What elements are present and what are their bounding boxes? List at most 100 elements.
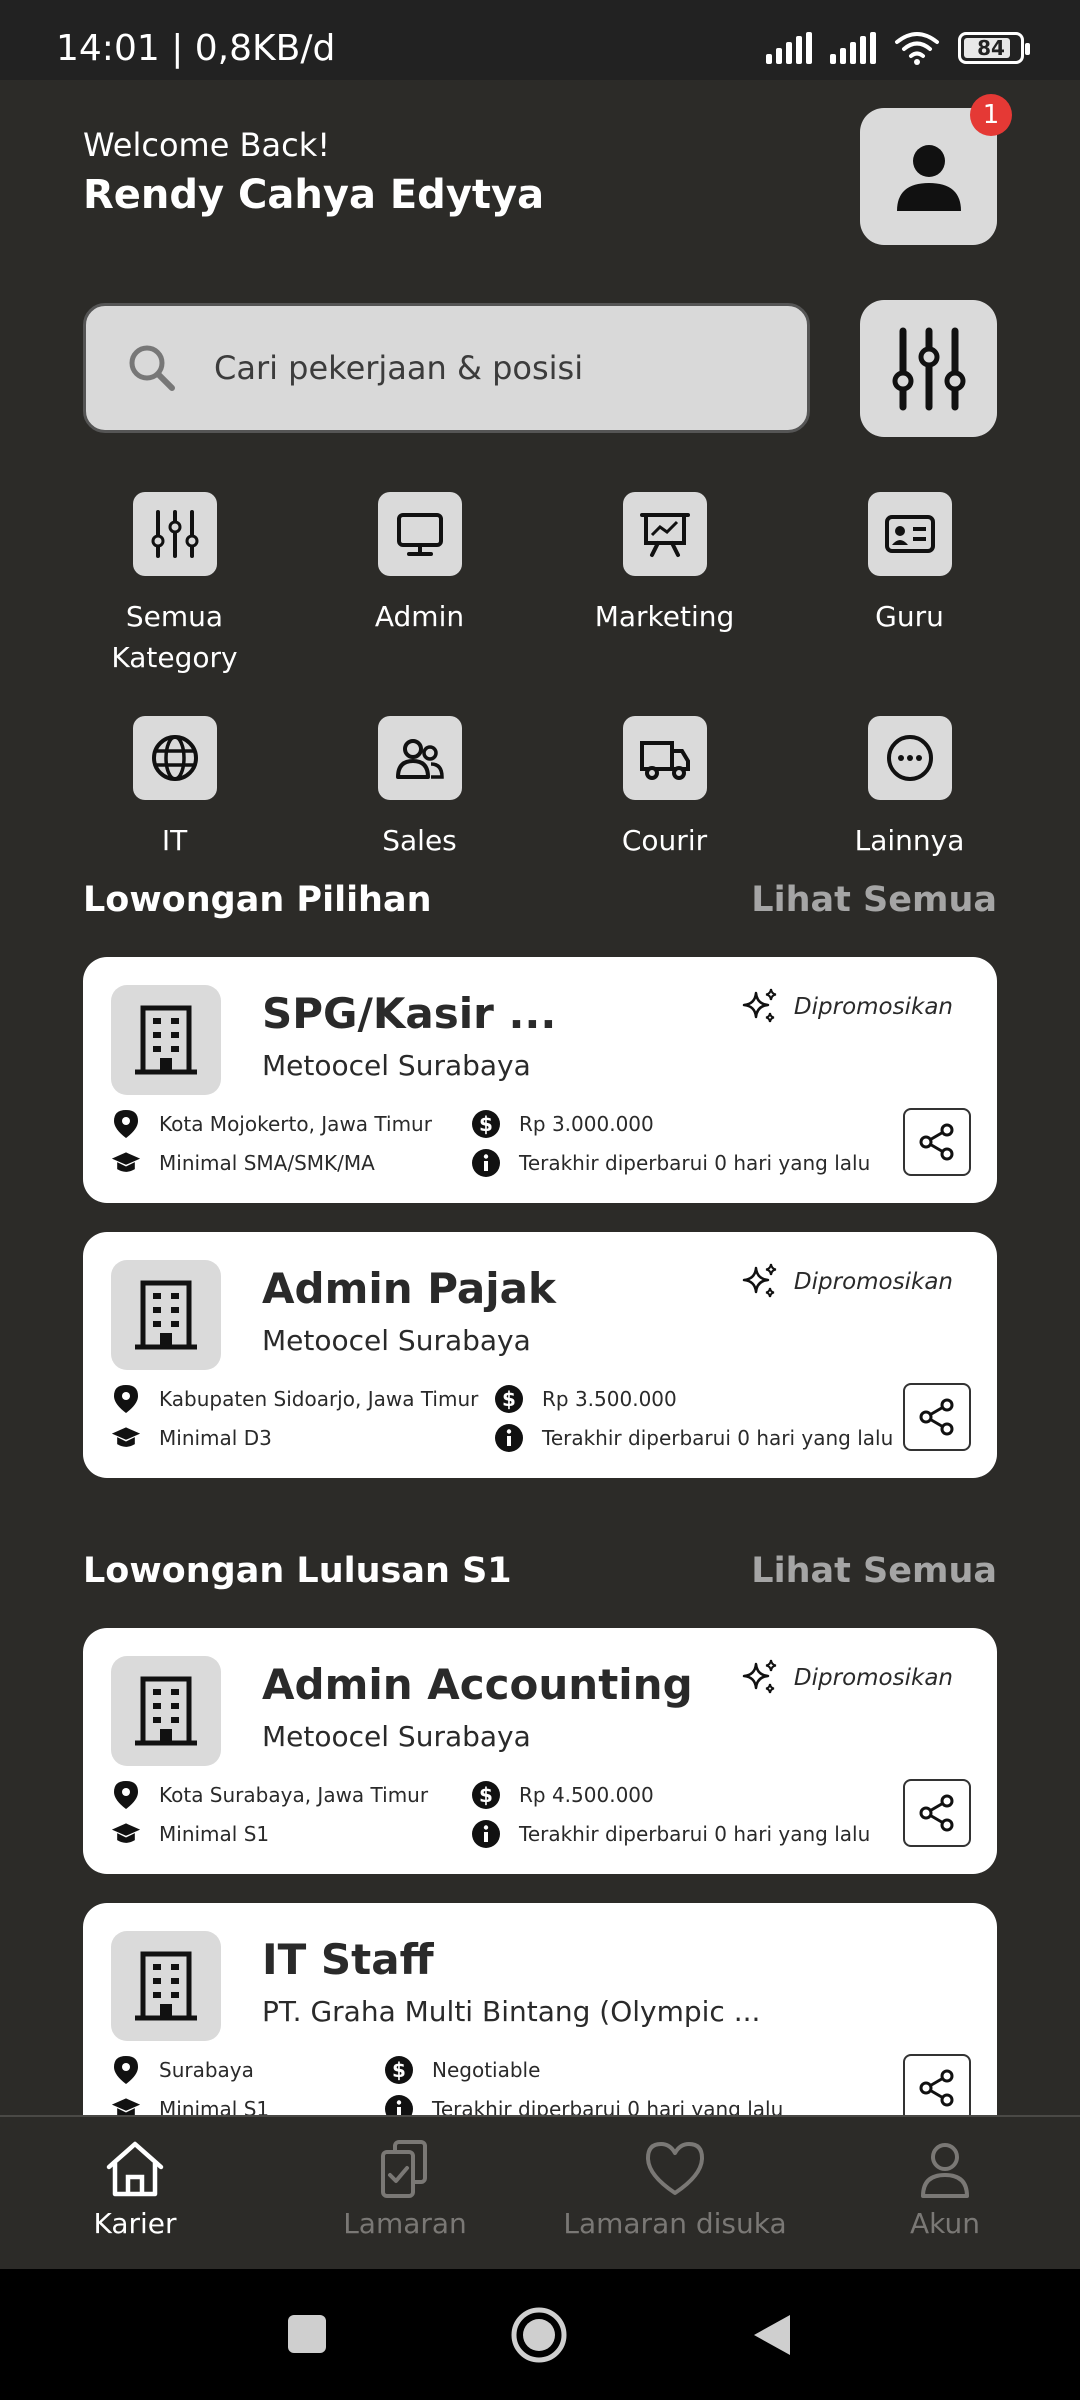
- dollar-icon: $: [495, 1385, 523, 1413]
- company-logo: [111, 1931, 221, 2041]
- category-grid: Semua Kategory Admin Marketing Guru IT S…: [52, 492, 1032, 861]
- info-icon: [472, 1820, 500, 1848]
- see-all-featured-link[interactable]: Lihat Semua: [751, 880, 997, 920]
- company-name: Metoocel Surabaya: [262, 1324, 531, 1357]
- location-pin-icon: [114, 1385, 138, 1413]
- recents-icon[interactable]: [287, 2314, 327, 2354]
- nav-karier[interactable]: Karier: [0, 2117, 270, 2269]
- graduation-cap-icon: [111, 1427, 141, 1447]
- job-location: Kabupaten Sidoarjo, Jawa Timur: [111, 1384, 478, 1414]
- share-button[interactable]: [903, 2054, 971, 2115]
- filter-button[interactable]: [860, 300, 997, 437]
- category-courir[interactable]: Courir: [542, 716, 787, 861]
- category-sales[interactable]: Sales: [297, 716, 542, 861]
- job-card[interactable]: SPG/Kasir ... Metoocel Surabaya Dipromos…: [83, 957, 997, 1203]
- search-input[interactable]: [214, 349, 774, 387]
- share-button[interactable]: [903, 1383, 971, 1451]
- status-time: 14:01 | 0,8KB/d: [56, 28, 336, 69]
- building-icon: [135, 1951, 197, 2021]
- promoted-tag: Dipromosikan: [740, 1262, 953, 1302]
- category-marketing[interactable]: Marketing: [542, 492, 787, 678]
- svg-text:$: $: [479, 1783, 493, 1807]
- sliders-icon: [892, 327, 965, 410]
- username: Rendy Cahya Edytya: [83, 172, 545, 218]
- graduation-cap-icon: [111, 1823, 141, 1843]
- info-icon: [472, 1149, 500, 1177]
- svg-text:$: $: [479, 1112, 493, 1136]
- job-card[interactable]: Admin Pajak Metoocel Surabaya Dipromosik…: [83, 1232, 997, 1478]
- company-name: PT. Graha Multi Bintang (Olympic ...: [262, 1995, 761, 2028]
- company-name: Metoocel Surabaya: [262, 1720, 531, 1753]
- heart-icon: [646, 2142, 704, 2195]
- job-card[interactable]: Admin Accounting Metoocel Surabaya Dipro…: [83, 1628, 997, 1874]
- sparkles-icon: [742, 1263, 777, 1298]
- category-admin[interactable]: Admin: [297, 492, 542, 678]
- presentation-chart-icon: [639, 513, 690, 557]
- sliders-icon: [151, 510, 198, 558]
- job-updated: Terakhir diperbarui 0 hari yang lalu: [471, 1148, 870, 1178]
- share-button[interactable]: [903, 1108, 971, 1176]
- nav-akun[interactable]: Akun: [810, 2117, 1080, 2269]
- welcome-text: Welcome Back!: [83, 126, 331, 164]
- job-updated: Terakhir diperbarui 0 hari yang lalu: [384, 2094, 783, 2115]
- bottom-navigation: Karier Lamaran Lamaran disuka Akun: [0, 2115, 1080, 2269]
- job-education: Minimal D3: [111, 1423, 272, 1453]
- category-label: Marketing: [594, 600, 735, 633]
- location-pin-icon: [114, 1110, 138, 1138]
- company-logo: [111, 985, 221, 1095]
- category-semua-kategory[interactable]: Semua Kategory: [52, 492, 297, 678]
- share-icon: [919, 1123, 954, 1161]
- category-lainnya[interactable]: Lainnya: [787, 716, 1032, 861]
- building-icon: [135, 1005, 197, 1075]
- category-label: Semua Kategory: [111, 600, 238, 674]
- sparkles-icon: [742, 988, 777, 1023]
- category-label: Courir: [621, 824, 708, 857]
- sparkles-icon: [742, 1659, 777, 1694]
- share-icon: [919, 2069, 954, 2107]
- more-icon: [886, 735, 933, 781]
- category-guru[interactable]: Guru: [787, 492, 1032, 678]
- job-title: IT Staff: [262, 1935, 434, 1984]
- category-it[interactable]: IT: [52, 716, 297, 861]
- search-bar: [83, 303, 810, 433]
- category-label: IT: [161, 824, 188, 857]
- user-icon: [896, 144, 961, 211]
- job-salary: $ Rp 3.000.000: [471, 1109, 654, 1139]
- users-icon: [395, 739, 444, 779]
- job-card[interactable]: IT Staff PT. Graha Multi Bintang (Olympi…: [83, 1903, 997, 2115]
- building-icon: [135, 1280, 197, 1350]
- home-button-icon[interactable]: [510, 2306, 568, 2364]
- share-button[interactable]: [903, 1779, 971, 1847]
- nav-lamaran[interactable]: Lamaran: [270, 2117, 540, 2269]
- promoted-label: Dipromosikan: [793, 1269, 953, 1295]
- category-label: Lainnya: [854, 824, 965, 857]
- section-title-s1: Lowongan Lulusan S1: [83, 1551, 512, 1591]
- nav-label: Lamaran disuka: [563, 2207, 787, 2240]
- notification-badge: 1: [970, 94, 1012, 136]
- info-icon: [385, 2095, 413, 2115]
- svg-text:$: $: [392, 2058, 406, 2082]
- category-label: Guru: [875, 600, 944, 633]
- job-updated: Terakhir diperbarui 0 hari yang lalu: [494, 1423, 893, 1453]
- job-title: SPG/Kasir ...: [262, 989, 557, 1038]
- status-bar: 14:01 | 0,8KB/d 84: [0, 0, 1080, 80]
- see-all-s1-link[interactable]: Lihat Semua: [751, 1551, 997, 1591]
- location-pin-icon: [114, 1781, 138, 1809]
- share-icon: [919, 1398, 954, 1436]
- job-location: Kota Surabaya, Jawa Timur: [111, 1780, 428, 1810]
- company-logo: [111, 1260, 221, 1370]
- job-updated: Terakhir diperbarui 0 hari yang lalu: [471, 1819, 870, 1849]
- svg-text:$: $: [502, 1387, 516, 1411]
- nav-label: Lamaran: [343, 2207, 467, 2240]
- info-icon: [495, 1424, 523, 1452]
- back-icon[interactable]: [752, 2313, 792, 2357]
- monitor-icon: [396, 513, 443, 556]
- dollar-icon: $: [385, 2056, 413, 2084]
- job-title: Admin Accounting: [262, 1660, 693, 1709]
- job-salary: $ Negotiable: [384, 2055, 540, 2085]
- dollar-icon: $: [472, 1110, 500, 1138]
- nav-lamaran-disuka[interactable]: Lamaran disuka: [540, 2117, 810, 2269]
- battery-level: 84: [977, 36, 1005, 60]
- building-icon: [135, 1676, 197, 1746]
- job-salary: $ Rp 4.500.000: [471, 1780, 654, 1810]
